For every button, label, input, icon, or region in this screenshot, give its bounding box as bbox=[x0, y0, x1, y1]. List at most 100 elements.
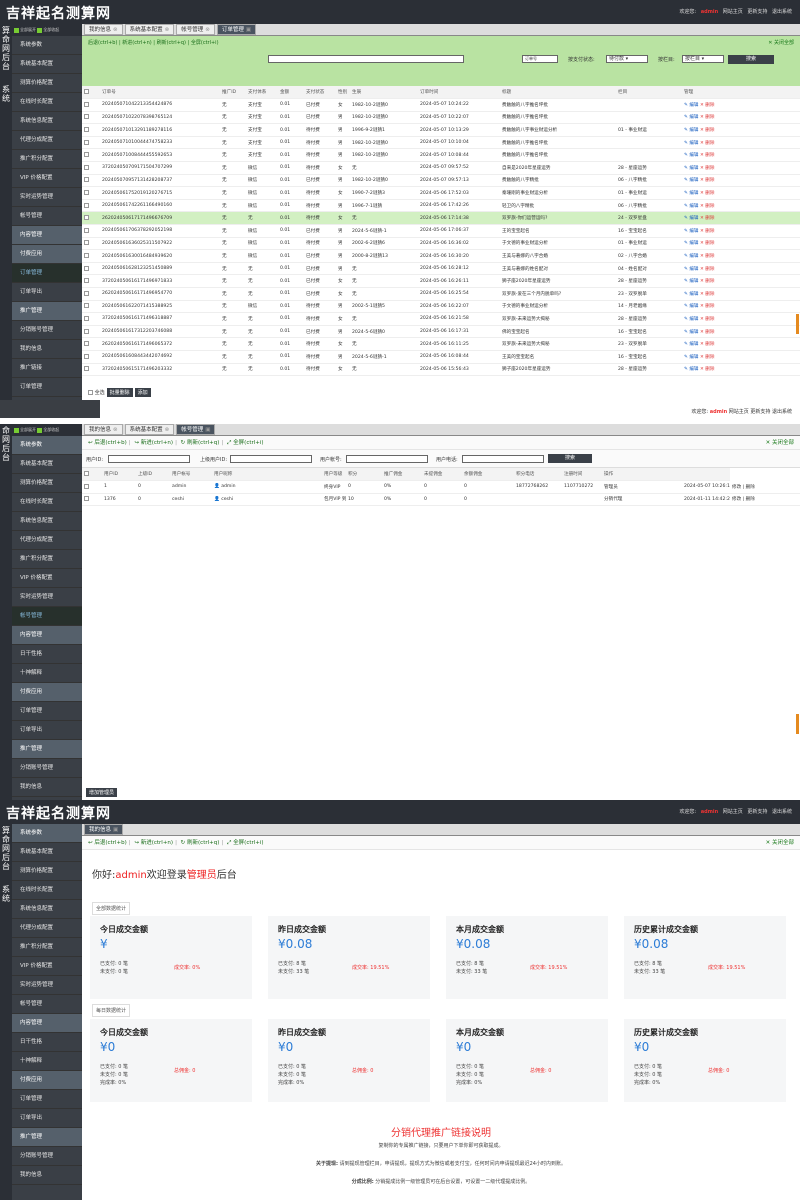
tab-orders[interactable]: 订单管理 ▣ bbox=[216, 24, 257, 35]
column-select[interactable]: 按栏目 ▾ bbox=[682, 55, 724, 63]
sidebar-item[interactable]: 十神解释 bbox=[12, 1052, 82, 1071]
sidebar-item[interactable]: 日干性格 bbox=[12, 1033, 82, 1052]
sidebar-item[interactable]: 系统基本配置 bbox=[12, 843, 82, 862]
edit-button[interactable]: ✎ 编辑 bbox=[684, 317, 699, 322]
delete-button[interactable]: ✕ 删除 bbox=[699, 141, 715, 146]
back-button[interactable]: ↩ 后退(ctrl+b) bbox=[88, 840, 127, 846]
delete-button[interactable]: ✕ 删除 bbox=[699, 229, 715, 234]
row-checkbox[interactable] bbox=[84, 341, 89, 347]
sidebar-item[interactable]: VIP 价格配置 bbox=[12, 569, 82, 588]
sidebar-item[interactable]: 内容管理 bbox=[12, 226, 82, 245]
sidebar-item[interactable]: 推广积分配置 bbox=[12, 550, 82, 569]
sidebar-item[interactable]: 分销账号管理 bbox=[12, 321, 82, 340]
row-checkbox[interactable] bbox=[84, 190, 89, 196]
row-checkbox[interactable] bbox=[84, 139, 89, 145]
sidebar-item[interactable]: 在线时长配置 bbox=[12, 493, 82, 512]
row-checkbox[interactable] bbox=[84, 483, 89, 489]
search-button[interactable]: 搜索 bbox=[548, 454, 592, 463]
edit-button[interactable]: ✎ 编辑 bbox=[684, 254, 699, 259]
sidebar-item[interactable]: 内容管理 bbox=[12, 1014, 82, 1033]
forward-button[interactable]: ↪ 新进(ctrl+n) bbox=[134, 840, 173, 846]
select-all-checkbox[interactable] bbox=[84, 471, 89, 477]
row-checkbox[interactable] bbox=[84, 353, 89, 359]
table-row[interactable]: 372024050709171504707299 无微信 0.01 待付费女无 2024… bbox=[82, 161, 800, 175]
table-row[interactable]: 202405071013291189278116 无支付宝 0.01 待付费男 1996… bbox=[82, 123, 800, 137]
sidebar-item[interactable]: 付费应用 bbox=[12, 683, 82, 702]
delete-button[interactable]: ✕ 删除 bbox=[699, 241, 715, 246]
order-number-input[interactable]: 订单号 bbox=[522, 55, 558, 63]
sidebar-item[interactable]: 我的信息 bbox=[12, 340, 82, 359]
row-checkbox[interactable] bbox=[84, 240, 89, 246]
edit-button[interactable]: ✎ 编辑 bbox=[684, 178, 699, 183]
delete-button[interactable]: ✕ 删除 bbox=[699, 204, 715, 209]
table-row[interactable]: 202405061628123251450889 无无 0.01 已付费男无 2024-… bbox=[82, 262, 800, 276]
edit-button[interactable]: ✎ 编辑 bbox=[684, 191, 699, 196]
row-checkbox[interactable] bbox=[84, 253, 89, 259]
sidebar-item[interactable]: 测算价格配置 bbox=[12, 474, 82, 493]
sidebar-item[interactable]: 帐号管理 bbox=[12, 207, 82, 226]
edit-button[interactable]: ✎ 编辑 bbox=[684, 128, 699, 133]
sidebar-item[interactable]: 订单管理 bbox=[12, 702, 82, 721]
table-row[interactable]: 262024050616171496954770 无无 0.01 已付费女无 2024-… bbox=[82, 287, 800, 301]
edit-button[interactable]: ✎ 编辑 bbox=[684, 304, 699, 309]
batch-delete-button[interactable]: 批量删除 bbox=[106, 388, 133, 397]
table-row[interactable]: 13760ceshi👤 ceshi包月VIP 到期时间: 2024-02-111… bbox=[82, 493, 800, 507]
close-all-button[interactable]: ✕ 关闭全部 bbox=[768, 39, 794, 46]
sidebar-item[interactable]: 推广积分配置 bbox=[12, 938, 82, 957]
sidebar-item[interactable]: 推广积分配置 bbox=[12, 150, 82, 169]
table-row[interactable]: 372024050616171496971833 无无 0.01 已付费女无 2024-… bbox=[82, 274, 800, 288]
edit-button[interactable]: ✎ 编辑 bbox=[684, 367, 699, 372]
delete-button[interactable]: ✕ 删除 bbox=[699, 342, 715, 347]
row-checkbox[interactable] bbox=[84, 290, 89, 296]
sidebar-item[interactable]: 测算价格配置 bbox=[12, 862, 82, 881]
row-checkbox[interactable] bbox=[84, 278, 89, 284]
sidebar-item[interactable]: 实时运势管理 bbox=[12, 976, 82, 995]
edit-button[interactable]: ✎ 编辑 bbox=[684, 115, 699, 120]
sidebar-item[interactable]: VIP 价格配置 bbox=[12, 957, 82, 976]
user-id-input[interactable] bbox=[108, 455, 190, 463]
edit-button[interactable]: 修改 bbox=[732, 497, 741, 502]
delete-button[interactable]: ✕ 删除 bbox=[699, 355, 715, 360]
header-checkbox-cell[interactable] bbox=[82, 86, 100, 100]
delete-button[interactable]: 删除 bbox=[746, 485, 755, 490]
logout-link[interactable]: 退出系统 bbox=[772, 9, 792, 15]
row-checkbox[interactable] bbox=[84, 303, 89, 309]
forward-button[interactable]: ↪ 新进(ctrl+n) bbox=[134, 440, 173, 446]
delete-button[interactable]: ✕ 删除 bbox=[699, 330, 715, 335]
edit-button[interactable]: ✎ 编辑 bbox=[684, 241, 699, 246]
tab-system-config[interactable]: 系统基本配置 ⊗ bbox=[124, 424, 175, 435]
select-all-checkbox[interactable] bbox=[84, 89, 89, 95]
table-row[interactable]: 202405061622071415388925 无微信 0.01 待付费男 2002-… bbox=[82, 300, 800, 314]
row-checkbox[interactable] bbox=[84, 366, 89, 372]
sidebar-item[interactable]: 付费应用 bbox=[12, 245, 82, 264]
home-link[interactable]: 网站主页 bbox=[723, 9, 743, 15]
sidebar-item[interactable]: 日干性格 bbox=[12, 645, 82, 664]
sidebar-item[interactable]: VIP 价格配置 bbox=[12, 169, 82, 188]
tab-my-info[interactable]: 我的信息 ⊗ bbox=[84, 24, 123, 35]
delete-button[interactable]: ✕ 删除 bbox=[699, 153, 715, 158]
delete-button[interactable]: ✕ 删除 bbox=[699, 178, 715, 183]
edit-button[interactable]: ✎ 编辑 bbox=[684, 153, 699, 158]
sidebar-item[interactable]: 付费应用 bbox=[12, 1071, 82, 1090]
sidebar-item[interactable]: 推广管理 bbox=[12, 740, 82, 759]
sidebar-item[interactable]: 订单管理 bbox=[12, 264, 82, 283]
close-all-button[interactable]: ✕ 关闭全部 bbox=[766, 836, 794, 850]
sidebar-item[interactable]: 系统基本配置 bbox=[12, 455, 82, 474]
select-all-checkbox[interactable] bbox=[88, 390, 93, 395]
update-link[interactable]: 更新支持 bbox=[747, 9, 767, 15]
table-row[interactable]: 202405071022078398765124 无支付宝 0.01 已付费男 1982… bbox=[82, 111, 800, 125]
table-row[interactable]: 202405061742261166490160 无微信 0.01 待付费男 1996-… bbox=[82, 199, 800, 213]
sidebar-item[interactable]: 分销账号管理 bbox=[12, 1147, 82, 1166]
fullscreen-button[interactable]: ⤢ 全屏(ctrl+i) bbox=[227, 840, 264, 846]
add-button[interactable]: 添加 bbox=[134, 388, 151, 397]
sidebar-item[interactable]: 代理分成配置 bbox=[12, 919, 82, 938]
logout-link[interactable]: 退出系统 bbox=[772, 409, 792, 415]
tab-system-config[interactable]: 系统基本配置 ⊗ bbox=[124, 24, 175, 35]
pay-status-select[interactable]: 待付款 ▾ bbox=[606, 55, 648, 63]
sidebar-item[interactable]: 内容管理 bbox=[12, 626, 82, 645]
row-checkbox[interactable] bbox=[84, 152, 89, 158]
row-checkbox[interactable] bbox=[84, 265, 89, 271]
row-checkbox[interactable] bbox=[84, 215, 89, 221]
sidebar-item[interactable]: 系统信息配置 bbox=[12, 512, 82, 531]
update-link[interactable]: 更新支持 bbox=[750, 409, 770, 415]
